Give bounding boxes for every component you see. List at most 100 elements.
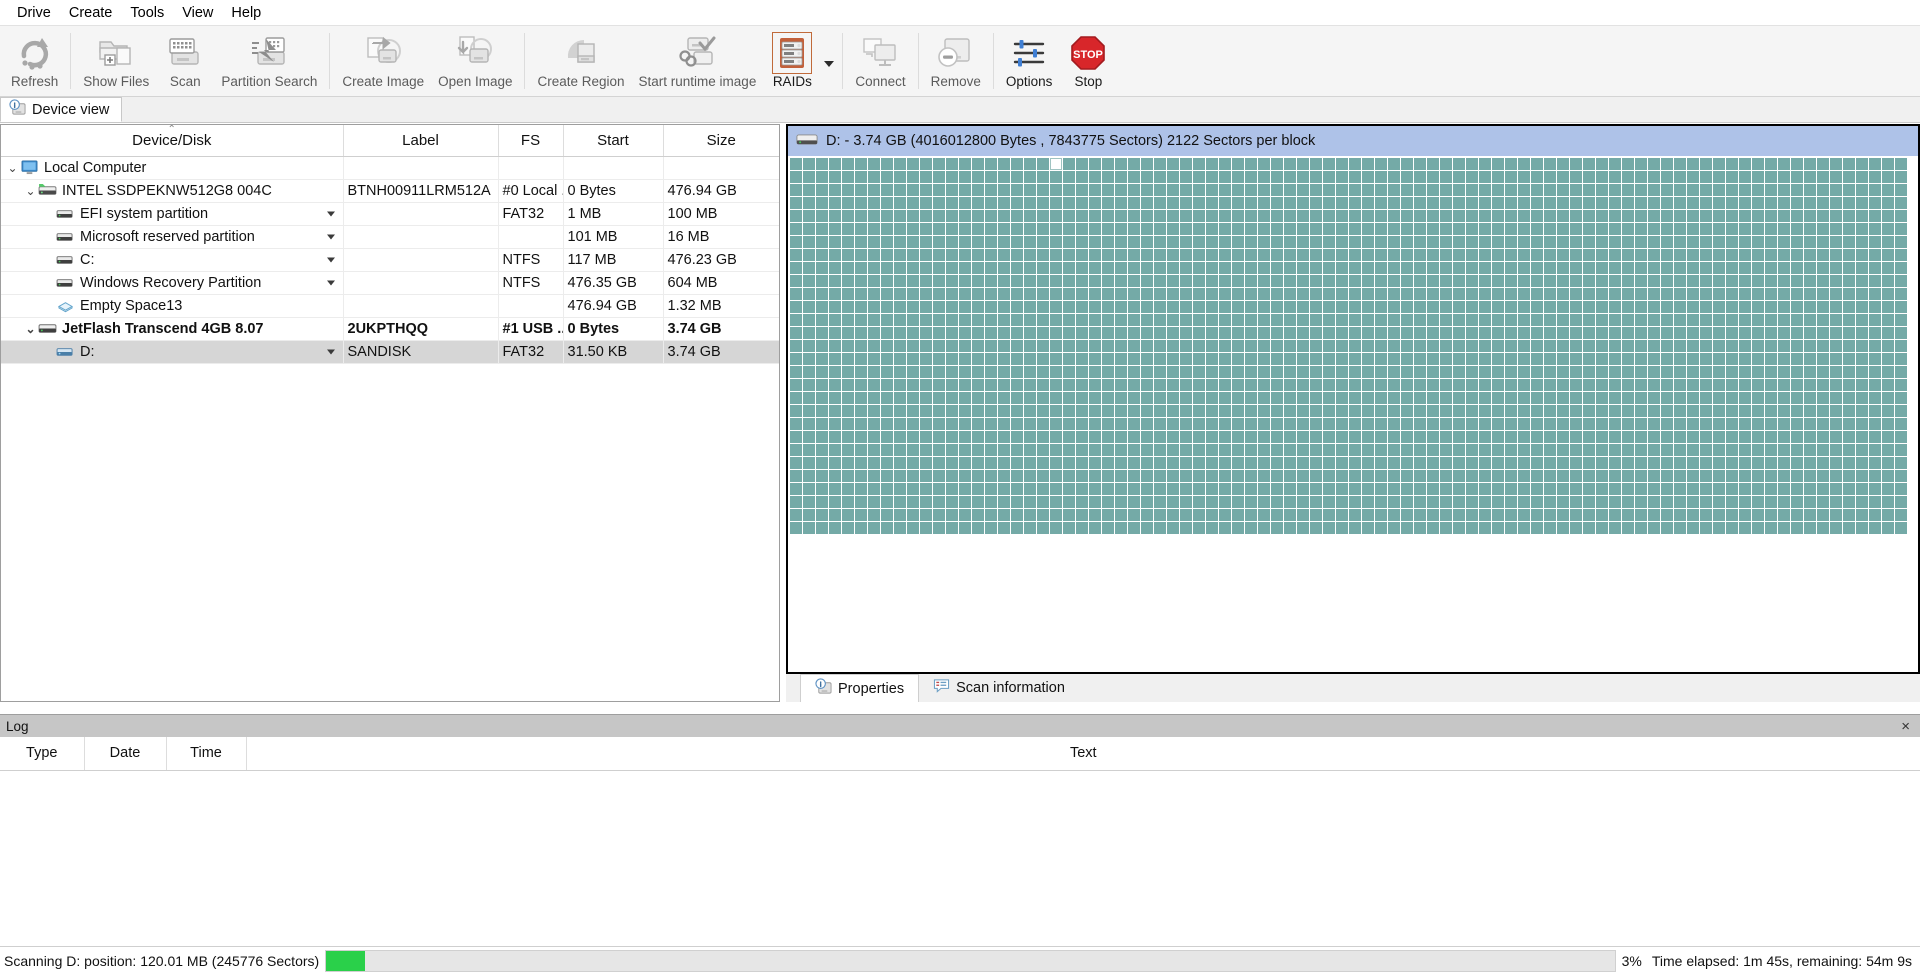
disk-map-block[interactable] bbox=[1466, 288, 1478, 300]
disk-map-block[interactable] bbox=[1765, 457, 1777, 469]
disk-map-block[interactable] bbox=[1154, 366, 1166, 378]
disk-map-block[interactable] bbox=[1180, 223, 1192, 235]
disk-map-block[interactable] bbox=[1453, 327, 1465, 339]
disk-map-block[interactable] bbox=[1011, 457, 1023, 469]
disk-map-block[interactable] bbox=[1206, 249, 1218, 261]
disk-map-block[interactable] bbox=[790, 197, 802, 209]
disk-map-block[interactable] bbox=[1310, 327, 1322, 339]
disk-map-block[interactable] bbox=[855, 171, 867, 183]
disk-map-block[interactable] bbox=[1882, 275, 1894, 287]
disk-map-block[interactable] bbox=[1180, 379, 1192, 391]
disk-map-block[interactable] bbox=[1414, 353, 1426, 365]
disk-map-block[interactable] bbox=[1557, 470, 1569, 482]
disk-map-block[interactable] bbox=[1050, 431, 1062, 443]
disk-map-block[interactable] bbox=[1258, 288, 1270, 300]
disk-map-block[interactable] bbox=[1232, 275, 1244, 287]
disk-map-block[interactable] bbox=[1323, 249, 1335, 261]
disk-map-block[interactable] bbox=[1544, 275, 1556, 287]
disk-map-block[interactable] bbox=[1050, 496, 1062, 508]
disk-map-block[interactable] bbox=[868, 314, 880, 326]
disk-map-block[interactable] bbox=[933, 418, 945, 430]
disk-map-block[interactable] bbox=[1154, 457, 1166, 469]
disk-map-block[interactable] bbox=[1661, 327, 1673, 339]
disk-map-block[interactable] bbox=[1180, 509, 1192, 521]
disk-map-block[interactable] bbox=[1544, 509, 1556, 521]
disk-map-block[interactable] bbox=[1505, 262, 1517, 274]
disk-map-block[interactable] bbox=[1167, 327, 1179, 339]
disk-map-block[interactable] bbox=[1115, 509, 1127, 521]
disk-map-block[interactable] bbox=[1661, 197, 1673, 209]
disk-map-block[interactable] bbox=[1349, 522, 1361, 534]
disk-map-block[interactable] bbox=[972, 223, 984, 235]
disk-map-block[interactable] bbox=[829, 522, 841, 534]
disk-map-block[interactable] bbox=[1726, 496, 1738, 508]
disk-map-block[interactable] bbox=[1752, 418, 1764, 430]
disk-map-block[interactable] bbox=[1739, 340, 1751, 352]
disk-map-block[interactable] bbox=[855, 223, 867, 235]
disk-map-block[interactable] bbox=[1323, 171, 1335, 183]
disk-map-block[interactable] bbox=[1609, 184, 1621, 196]
disk-map-block[interactable] bbox=[1388, 275, 1400, 287]
disk-map-block[interactable] bbox=[1414, 392, 1426, 404]
disk-map-block[interactable] bbox=[998, 158, 1010, 170]
disk-map-block[interactable] bbox=[1349, 483, 1361, 495]
disk-map-block[interactable] bbox=[1869, 340, 1881, 352]
disk-map-block[interactable] bbox=[1622, 509, 1634, 521]
disk-map-block[interactable] bbox=[1024, 314, 1036, 326]
disk-map-block[interactable] bbox=[1596, 457, 1608, 469]
disk-map-block[interactable] bbox=[1089, 223, 1101, 235]
disk-map-block[interactable] bbox=[1336, 301, 1348, 313]
disk-map-block[interactable] bbox=[1284, 470, 1296, 482]
disk-map-block[interactable] bbox=[1804, 366, 1816, 378]
disk-map-block[interactable] bbox=[1596, 418, 1608, 430]
disk-map-block[interactable] bbox=[1323, 392, 1335, 404]
disk-map-block[interactable] bbox=[1440, 457, 1452, 469]
disk-map-block[interactable] bbox=[1674, 314, 1686, 326]
disk-map-block[interactable] bbox=[1310, 392, 1322, 404]
disk-map-block[interactable] bbox=[1388, 509, 1400, 521]
disk-map-block[interactable] bbox=[1531, 353, 1543, 365]
disk-map-block[interactable] bbox=[1414, 457, 1426, 469]
disk-map-block[interactable] bbox=[1791, 522, 1803, 534]
disk-map-block[interactable] bbox=[1570, 158, 1582, 170]
disk-map-block[interactable] bbox=[1804, 496, 1816, 508]
disk-map-block[interactable] bbox=[1206, 327, 1218, 339]
disk-map-block[interactable] bbox=[868, 223, 880, 235]
disk-map-block[interactable] bbox=[972, 249, 984, 261]
disk-map-block[interactable] bbox=[1310, 483, 1322, 495]
disk-map-block[interactable] bbox=[1492, 340, 1504, 352]
disk-map-block[interactable] bbox=[1609, 405, 1621, 417]
disk-map-block[interactable] bbox=[1661, 236, 1673, 248]
disk-map-block[interactable] bbox=[1115, 262, 1127, 274]
disk-map-block[interactable] bbox=[1206, 288, 1218, 300]
disk-map-block[interactable] bbox=[1609, 379, 1621, 391]
disk-map-block[interactable] bbox=[1544, 379, 1556, 391]
disk-map-block[interactable] bbox=[1037, 405, 1049, 417]
disk-map-block[interactable] bbox=[972, 470, 984, 482]
disk-map-block[interactable] bbox=[1193, 392, 1205, 404]
disk-map-block[interactable] bbox=[881, 457, 893, 469]
disk-map-block[interactable] bbox=[1180, 171, 1192, 183]
disk-map-block[interactable] bbox=[1544, 236, 1556, 248]
disk-map-block[interactable] bbox=[1596, 210, 1608, 222]
disk-map-block[interactable] bbox=[1453, 301, 1465, 313]
disk-map-block[interactable] bbox=[1830, 314, 1842, 326]
disk-map-block[interactable] bbox=[1726, 197, 1738, 209]
disk-map-block[interactable] bbox=[1193, 275, 1205, 287]
disk-map-block[interactable] bbox=[1895, 158, 1907, 170]
disk-map-block[interactable] bbox=[933, 444, 945, 456]
disk-map-block[interactable] bbox=[1089, 314, 1101, 326]
disk-map-block[interactable] bbox=[1882, 288, 1894, 300]
disk-map-block[interactable] bbox=[790, 210, 802, 222]
disk-map-block[interactable] bbox=[1050, 288, 1062, 300]
disk-map-block[interactable] bbox=[1726, 509, 1738, 521]
disk-map-block[interactable] bbox=[1583, 418, 1595, 430]
disk-map-block[interactable] bbox=[790, 327, 802, 339]
disk-map-block[interactable] bbox=[1193, 184, 1205, 196]
disk-map-block[interactable] bbox=[1167, 210, 1179, 222]
disk-map-block[interactable] bbox=[1388, 366, 1400, 378]
disk-map-block[interactable] bbox=[1193, 522, 1205, 534]
disk-map-block[interactable] bbox=[1713, 223, 1725, 235]
disk-map-block[interactable] bbox=[1804, 288, 1816, 300]
disk-map-block[interactable] bbox=[1804, 171, 1816, 183]
